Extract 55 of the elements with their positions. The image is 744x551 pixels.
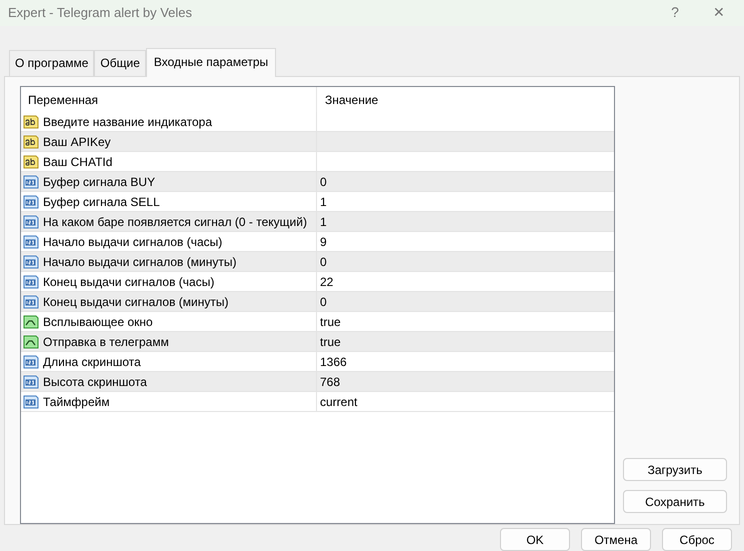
parameter-name: Буфер сигнала SELL bbox=[43, 194, 160, 210]
column-header: Переменная bbox=[28, 92, 98, 108]
parameter-value[interactable]: 1366 bbox=[320, 352, 347, 370]
parameter-value[interactable]: 22 bbox=[320, 272, 334, 290]
close-button[interactable]: ✕ bbox=[697, 2, 741, 24]
number-type-icon bbox=[23, 254, 39, 270]
number-type-icon bbox=[23, 234, 39, 250]
parameter-name: Высота скриншота bbox=[43, 374, 147, 390]
parameter-value[interactable]: current bbox=[320, 392, 358, 410]
number-type-icon bbox=[23, 354, 39, 370]
number-type-icon bbox=[23, 214, 39, 230]
number-type-icon bbox=[23, 294, 39, 310]
parameter-name: Введите название индикатора bbox=[43, 114, 212, 130]
parameter-value[interactable]: 1 bbox=[320, 192, 327, 210]
window-title: Expert - Telegram alert by Veles bbox=[8, 4, 194, 22]
parameter-name: Конец выдачи сигналов (часы) bbox=[43, 274, 214, 290]
parameter-name: Ваш CHATId bbox=[43, 154, 112, 170]
number-type-icon bbox=[23, 174, 39, 190]
parameter-name: Длина скриншота bbox=[43, 354, 141, 370]
parameter-value[interactable]: true bbox=[320, 312, 341, 330]
parameter-name: Всплывающее окно bbox=[43, 314, 153, 330]
number-type-icon bbox=[23, 194, 39, 210]
text-type-icon bbox=[23, 134, 39, 150]
number-type-icon bbox=[23, 394, 39, 410]
parameter-name: Ваш APIKey bbox=[43, 134, 111, 150]
parameter-value[interactable]: 0 bbox=[320, 292, 327, 310]
dialog-button[interactable]: Отмена bbox=[581, 528, 651, 551]
help-button[interactable]: ? bbox=[653, 2, 697, 24]
text-type-icon bbox=[23, 154, 39, 170]
dialog-button[interactable]: Сохранить bbox=[623, 490, 727, 513]
parameter-value[interactable]: 0 bbox=[320, 252, 327, 270]
parameter-name: Конец выдачи сигналов (минуты) bbox=[43, 294, 228, 310]
tab[interactable]: Общие bbox=[94, 50, 146, 76]
column-header: Значение bbox=[324, 92, 378, 108]
tab[interactable]: Входные параметры bbox=[146, 48, 276, 77]
parameter-name: Таймфрейм bbox=[43, 394, 110, 410]
parameter-name: Отправка в телеграмм bbox=[43, 334, 169, 350]
tab[interactable]: О программе bbox=[9, 50, 94, 76]
parameter-name: На каком баре появляется сигнал (0 - текущий) bbox=[43, 214, 307, 230]
parameter-name: Начало выдачи сигналов (минуты) bbox=[43, 254, 236, 270]
parameter-value[interactable]: 1 bbox=[320, 212, 327, 230]
parameter-value[interactable]: 9 bbox=[320, 232, 327, 250]
parameter-name: Буфер сигнала BUY bbox=[43, 174, 156, 190]
number-type-icon bbox=[23, 374, 39, 390]
parameter-value[interactable]: true bbox=[320, 332, 341, 350]
dialog-button[interactable]: Загрузить bbox=[623, 458, 727, 481]
toggle-type-icon bbox=[23, 314, 39, 330]
parameter-value[interactable]: 0 bbox=[320, 172, 327, 190]
text-type-icon bbox=[23, 114, 39, 130]
dialog-button[interactable]: OK bbox=[500, 528, 570, 551]
toggle-type-icon bbox=[23, 334, 39, 350]
dialog-button[interactable]: Сброс bbox=[662, 528, 732, 551]
parameter-name: Начало выдачи сигналов (часы) bbox=[43, 234, 222, 250]
parameter-value[interactable]: 768 bbox=[320, 372, 340, 390]
number-type-icon bbox=[23, 274, 39, 290]
